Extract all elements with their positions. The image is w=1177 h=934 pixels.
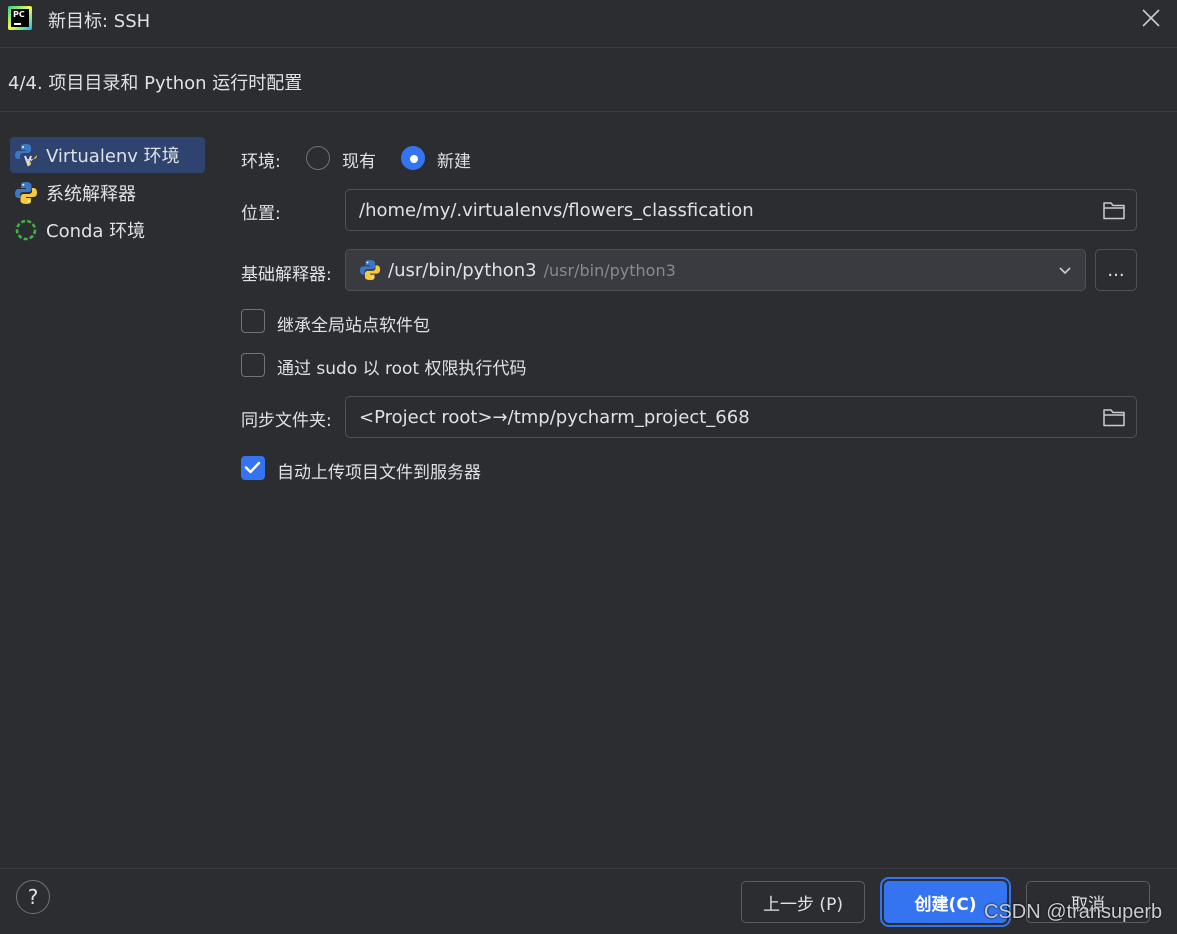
- close-icon[interactable]: [1140, 7, 1162, 29]
- folder-icon[interactable]: [1102, 406, 1126, 428]
- step-header: 4/4. 项目目录和 Python 运行时配置: [0, 48, 1177, 112]
- inherit-packages-checkbox[interactable]: [241, 309, 265, 333]
- title-bar: PC 新目标: SSH: [0, 0, 1177, 48]
- watermark: CSDN @transuperb: [984, 901, 1163, 923]
- pycharm-logo-icon: PC: [8, 6, 32, 30]
- help-icon: ?: [27, 885, 39, 909]
- radio-existing-label[interactable]: 现有: [342, 147, 376, 172]
- env-label: 环境:: [241, 152, 281, 172]
- sudo-label[interactable]: 通过 sudo 以 root 权限执行代码: [277, 354, 527, 379]
- location-value: /home/my/.virtualenvs/flowers_classficat…: [359, 199, 754, 221]
- auto-upload-label[interactable]: 自动上传项目文件到服务器: [277, 458, 481, 483]
- sidebar-item-label: Virtualenv 环境: [46, 146, 180, 167]
- sidebar-item-virtualenv[interactable]: Virtualenv 环境: [10, 137, 205, 173]
- virtualenv-icon: [14, 143, 38, 167]
- browse-interpreter-button[interactable]: ...: [1095, 249, 1137, 291]
- python-icon: [14, 181, 38, 205]
- base-interpreter-value: /usr/bin/python3: [388, 259, 537, 281]
- window-title: 新目标: SSH: [48, 11, 151, 32]
- sync-folders-input[interactable]: <Project root>→/tmp/pycharm_project_668: [345, 396, 1137, 438]
- location-input[interactable]: /home/my/.virtualenvs/flowers_classficat…: [345, 189, 1137, 231]
- sidebar-item-conda[interactable]: Conda 环境: [10, 212, 145, 248]
- python-icon: [359, 259, 381, 281]
- sync-folders-value: <Project root>→/tmp/pycharm_project_668: [359, 406, 750, 428]
- location-label: 位置:: [241, 204, 281, 224]
- browse-label: ...: [1107, 259, 1125, 281]
- base-interpreter-label: 基础解释器:: [241, 265, 332, 285]
- base-interpreter-hint: /usr/bin/python3: [543, 260, 676, 280]
- auto-upload-checkbox[interactable]: [241, 456, 265, 480]
- previous-button[interactable]: 上一步 (P): [741, 881, 865, 923]
- help-button[interactable]: ?: [16, 880, 50, 914]
- checkmark-icon: [244, 461, 261, 474]
- step-title: 4/4. 项目目录和 Python 运行时配置: [8, 73, 303, 94]
- sync-folders-label: 同步文件夹:: [241, 411, 332, 431]
- sidebar-item-label: 系统解释器: [46, 184, 136, 205]
- conda-icon: [14, 218, 38, 242]
- radio-new-label[interactable]: 新建: [437, 147, 471, 172]
- radio-existing[interactable]: [306, 146, 330, 170]
- chevron-down-icon[interactable]: [1057, 262, 1073, 278]
- folder-icon[interactable]: [1102, 199, 1126, 221]
- previous-button-label: 上一步 (P): [763, 894, 843, 915]
- radio-new[interactable]: [401, 146, 425, 170]
- sudo-checkbox[interactable]: [241, 353, 265, 377]
- sidebar-item-system-interpreter[interactable]: 系统解释器: [10, 175, 136, 211]
- inherit-packages-label[interactable]: 继承全局站点软件包: [277, 311, 430, 336]
- base-interpreter-combo[interactable]: /usr/bin/python3 /usr/bin/python3: [345, 249, 1086, 291]
- sidebar-item-label: Conda 环境: [46, 221, 146, 242]
- create-button-label: 创建(C): [914, 894, 977, 915]
